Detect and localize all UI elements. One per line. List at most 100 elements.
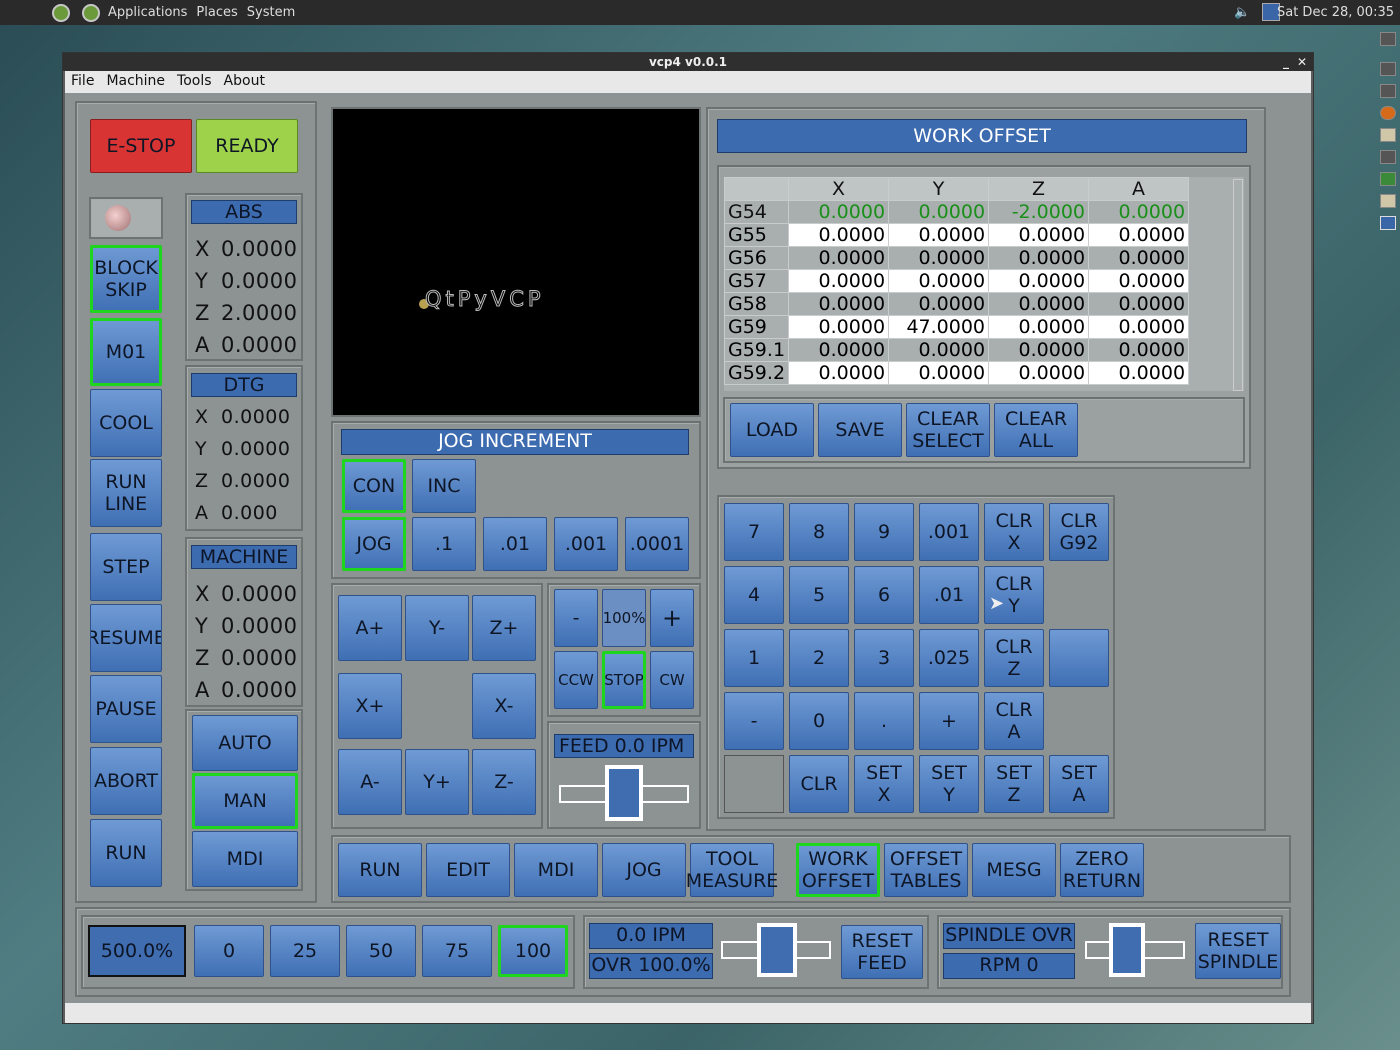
tab-offset-tables[interactable]: OFFSET TABLES — [884, 843, 968, 897]
system-menu[interactable]: System — [247, 5, 295, 20]
table-cell[interactable]: 0.0000 — [1088, 361, 1190, 385]
jog-z-minus-button[interactable]: Z- — [472, 749, 536, 815]
key-3[interactable]: 3 — [854, 629, 914, 687]
spindle-override-slider-handle[interactable] — [1109, 923, 1145, 977]
manual-mode-button[interactable]: MAN — [192, 773, 298, 829]
tray-icon[interactable] — [1380, 84, 1396, 98]
feed-override-slider-handle[interactable] — [757, 923, 797, 977]
load-button[interactable]: LOAD — [730, 403, 814, 457]
table-cell[interactable]: 0.0000 — [788, 200, 890, 224]
clock[interactable]: Sat Dec 28, 00:35 — [1277, 5, 1394, 20]
tray-icon[interactable] — [1380, 172, 1396, 186]
key-4[interactable]: 4 — [724, 566, 784, 624]
clear-a-button[interactable]: CLR A — [984, 692, 1044, 750]
run-button[interactable]: RUN — [90, 819, 162, 887]
tab-jog[interactable]: JOG — [602, 843, 686, 897]
increment-0.1-button[interactable]: .1 — [412, 517, 476, 571]
terminal-icon[interactable] — [1380, 150, 1396, 164]
places-menu[interactable]: Places — [196, 5, 237, 20]
browser-icon[interactable] — [1380, 106, 1396, 120]
rapid-preset-25[interactable]: 25 — [270, 925, 340, 977]
save-button[interactable]: SAVE — [818, 403, 902, 457]
set-a-button[interactable]: SET A — [1049, 755, 1109, 813]
jog-y-minus-button[interactable]: Y- — [405, 595, 469, 661]
clear-select-button[interactable]: CLEAR SELECT — [906, 403, 990, 457]
continuous-jog-button[interactable]: CON — [342, 459, 406, 513]
spindle-minus-button[interactable]: - — [554, 589, 598, 647]
pause-button[interactable]: PAUSE — [90, 675, 162, 743]
key-0.001[interactable]: .001 — [919, 503, 979, 561]
ready-button[interactable]: READY — [196, 119, 298, 173]
increment-0.001-button[interactable]: .001 — [554, 517, 618, 571]
table-cell[interactable]: 0.0000 — [888, 200, 990, 224]
coolant-button[interactable]: COOL — [90, 389, 162, 457]
menu-machine[interactable]: Machine — [100, 71, 171, 93]
tab-mesg[interactable]: MESG — [972, 843, 1056, 897]
tray-icon[interactable] — [1380, 32, 1396, 46]
clear-all-button[interactable]: CLEAR ALL — [994, 403, 1078, 457]
table-cell[interactable]: 0.0000 — [988, 246, 1090, 270]
system-menu-icon[interactable] — [52, 4, 70, 22]
table-cell[interactable]: 0.0000 — [988, 269, 1090, 293]
auto-mode-button[interactable]: AUTO — [192, 715, 298, 771]
jog-x-plus-button[interactable]: X+ — [338, 673, 402, 739]
spindle-plus-button[interactable]: + — [650, 589, 694, 647]
estop-button[interactable]: E-STOP — [90, 119, 192, 173]
table-row[interactable]: G59.2 0.0000 0.0000 0.0000 0.0000 — [724, 361, 1190, 385]
table-cell[interactable]: 0.0000 — [788, 292, 890, 316]
system-launcher-icon[interactable] — [82, 4, 100, 22]
rapid-preset-75[interactable]: 75 — [422, 925, 492, 977]
block-skip-button[interactable]: BLOCK SKIP — [90, 245, 162, 313]
table-row[interactable]: G59 0.0000 47.0000 0.0000 0.0000 — [724, 315, 1190, 339]
table-cell[interactable]: 0.0000 — [888, 246, 990, 270]
increment-0.01-button[interactable]: .01 — [483, 517, 547, 571]
menu-file[interactable]: File — [65, 71, 100, 93]
tab-work-offset[interactable]: WORK OFFSET — [796, 843, 880, 897]
tab-run[interactable]: RUN — [338, 843, 422, 897]
volume-icon[interactable]: 🔈 — [1234, 5, 1250, 20]
tray-icon[interactable] — [1380, 62, 1396, 76]
spindle-ccw-button[interactable]: CCW — [554, 651, 598, 709]
key-8[interactable]: 8 — [789, 503, 849, 561]
jog-a-plus-button[interactable]: A+ — [338, 595, 402, 661]
table-row[interactable]: G56 0.0000 0.0000 0.0000 0.0000 — [724, 246, 1190, 270]
run-line-button[interactable]: RUN LINE — [90, 459, 162, 527]
table-cell[interactable]: 0.0000 — [1088, 315, 1190, 339]
clear-x-button[interactable]: CLR X — [984, 503, 1044, 561]
clear-z-button[interactable]: CLR Z — [984, 629, 1044, 687]
table-cell[interactable]: 0.0000 — [1088, 292, 1190, 316]
table-cell[interactable]: 0.0000 — [788, 315, 890, 339]
jog-y-plus-button[interactable]: Y+ — [405, 749, 469, 815]
key-5[interactable]: 5 — [789, 566, 849, 624]
key-2[interactable]: 2 — [789, 629, 849, 687]
step-button[interactable]: STEP — [90, 533, 162, 601]
table-cell[interactable]: 0.0000 — [1088, 223, 1190, 247]
folder-icon[interactable] — [1380, 194, 1396, 208]
table-cell[interactable]: 0.0000 — [1088, 200, 1190, 224]
table-cell[interactable]: 0.0000 — [788, 246, 890, 270]
jog-x-minus-button[interactable]: X- — [472, 673, 536, 739]
key-minus[interactable]: - — [724, 692, 784, 750]
table-row[interactable]: G55 0.0000 0.0000 0.0000 0.0000 — [724, 223, 1190, 247]
table-row[interactable]: G59.1 0.0000 0.0000 0.0000 0.0000 — [724, 338, 1190, 362]
table-cell[interactable]: 0.0000 — [788, 338, 890, 362]
resume-button[interactable]: RESUME — [90, 604, 162, 672]
table-cell[interactable]: 0.0000 — [1088, 338, 1190, 362]
table-row[interactable]: G57 0.0000 0.0000 0.0000 0.0000 — [724, 269, 1190, 293]
rapid-preset-0[interactable]: 0 — [194, 925, 264, 977]
close-icon[interactable]: ✕ — [1297, 53, 1307, 71]
set-y-button[interactable]: SET Y — [919, 755, 979, 813]
table-cell[interactable]: 0.0000 — [888, 292, 990, 316]
table-row[interactable]: G54 0.0000 0.0000 -2.0000 0.0000 — [724, 200, 1190, 224]
key-6[interactable]: 6 — [854, 566, 914, 624]
table-cell[interactable]: 0.0000 — [788, 269, 890, 293]
reset-spindle-button[interactable]: RESET SPINDLE — [1195, 923, 1281, 979]
mdi-mode-button[interactable]: MDI — [192, 831, 298, 887]
table-cell[interactable]: 47.0000 — [888, 315, 990, 339]
clear-g92-button[interactable]: CLR G92 — [1049, 503, 1109, 561]
table-cell[interactable]: 0.0000 — [788, 361, 890, 385]
tab-edit[interactable]: EDIT — [426, 843, 510, 897]
blank-key[interactable] — [1049, 629, 1109, 687]
table-cell[interactable]: 0.0000 — [988, 315, 1090, 339]
feed-slider-handle[interactable] — [605, 765, 643, 821]
